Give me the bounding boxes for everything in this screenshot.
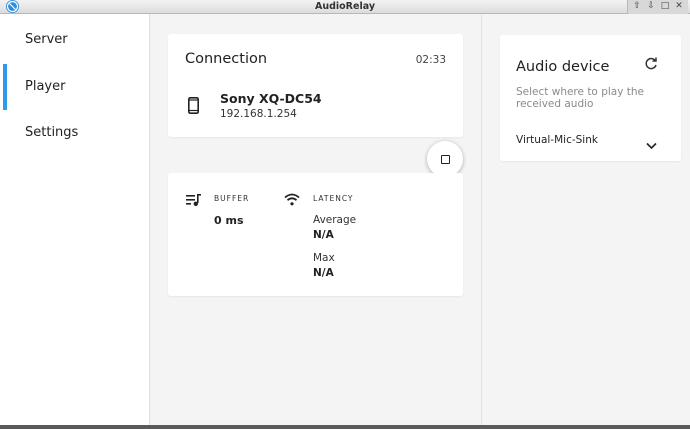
stats-card: BUFFER 0 ms LATENCY Average N/A Max N/A [168,173,463,296]
keep-above-icon[interactable]: ⇧ [631,0,643,13]
device-ip: 192.168.1.254 [220,108,297,120]
refresh-icon[interactable] [644,56,658,75]
audio-device-card: Audio device Select where to play the re… [500,35,681,161]
minimize-icon[interactable]: ⇩ [645,0,657,13]
sidebar-item-player[interactable]: Player [0,64,150,110]
connection-title: Connection [185,51,268,67]
latency-average-value: N/A [313,229,334,241]
wifi-icon [284,191,300,210]
sidebar-nav: Server Player Settings [0,14,150,425]
connection-elapsed-time: 02:33 [415,54,446,66]
title-bar[interactable]: AudioRelay ⇧ ⇩ □ ✕ [0,0,690,14]
latency-max-label: Max [313,252,335,264]
audio-device-select[interactable]: Virtual-Mic-Sink [516,134,598,146]
latency-average-label: Average [313,214,357,226]
sidebar-item-label: Server [25,32,68,47]
connection-card: Connection 02:33 Sony XQ-DC54 192.168.1.… [168,34,463,177]
audio-device-subtitle: Select where to play the received audio [516,86,644,110]
maximize-icon[interactable]: □ [659,0,671,13]
audio-device-title: Audio device [516,59,610,75]
sidebar-item-settings[interactable]: Settings [0,110,150,156]
latency-label: LATENCY [313,194,354,203]
buffer-value: 0 ms [214,214,244,227]
queue-music-icon [186,192,202,211]
buffer-label: BUFFER [214,194,250,203]
chevron-down-icon[interactable] [646,135,657,154]
smartphone-icon [188,97,199,118]
stop-button[interactable] [427,141,463,177]
sidebar-item-server[interactable]: Server [0,17,150,63]
window-controls: ⇧ ⇩ □ ✕ [627,0,688,14]
latency-max-value: N/A [313,267,334,279]
player-main-panel: Connection 02:33 Sony XQ-DC54 192.168.1.… [151,14,481,425]
window-title: AudioRelay [314,1,376,12]
sidebar-item-label: Player [25,79,66,94]
audio-device-panel: Audio device Select where to play the re… [481,14,690,425]
sidebar-item-label: Settings [25,125,79,140]
desktop-taskbar-edge [0,425,690,429]
stop-icon [441,155,450,164]
app-window: AudioRelay ⇧ ⇩ □ ✕ Server Player Setting… [0,0,690,429]
close-icon[interactable]: ✕ [673,0,685,13]
device-name: Sony XQ-DC54 [220,91,322,106]
